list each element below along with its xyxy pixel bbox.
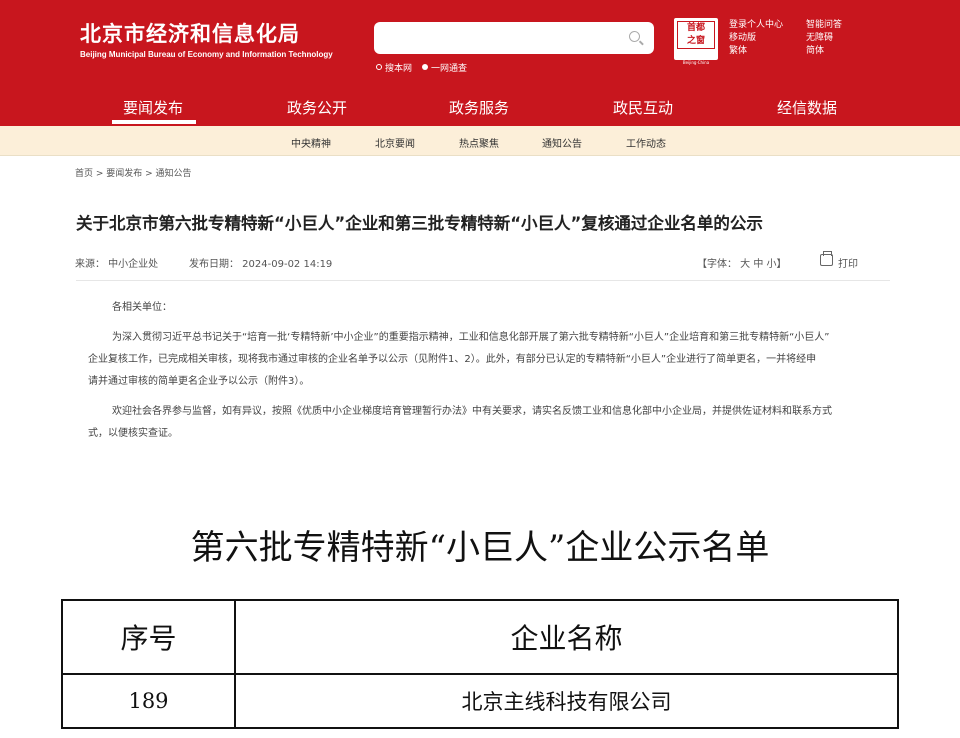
article-title: 关于北京市第六批专精特新“小巨人”企业和第三批专精特新“小巨人”复核通过企业名单… (76, 214, 763, 233)
print-icon[interactable] (820, 251, 833, 266)
article-para2-line1: 欢迎社会各界参与监督，如有异议，按照《优质中小企业梯度培育管理暂行办法》中有关要… (112, 406, 832, 417)
nav-public-interaction[interactable]: 政民互动 (613, 97, 673, 118)
row-company-name: 北京主线科技有限公司 (234, 673, 899, 729)
nav-government-affairs[interactable]: 政务公开 (287, 97, 347, 118)
capital-window-logo[interactable]: 首都 之窗 (674, 18, 718, 60)
breadcrumb[interactable]: 首页 > 要闻发布 > 通知公告 (75, 166, 192, 179)
nav-active-indicator (112, 120, 196, 124)
subnav-notices[interactable]: 通知公告 (542, 135, 582, 150)
link-login[interactable]: 登录个人中心 (729, 19, 783, 32)
capital-window-seal: 首都 之窗 (677, 21, 715, 49)
font-size-switcher[interactable]: 【字体： 大 中 小】 (697, 255, 787, 270)
print-button[interactable]: 打印 (838, 255, 858, 270)
nav-news-release[interactable]: 要闻发布 (123, 97, 183, 118)
row-number: 189 (61, 673, 236, 729)
table-header-row: 序号 企业名称 (61, 599, 899, 675)
article-para1-line1: 为深入贯彻习近平总书记关于“培育一批‘专精特新’中小企业”的重要指示精神，工业和… (112, 332, 830, 343)
radio-unselected-icon (376, 64, 382, 70)
table-row: 189 北京主线科技有限公司 (61, 673, 899, 729)
sub-nav: 中央精神 北京要闻 热点聚焦 通知公告 工作动态 (0, 126, 960, 156)
article-source: 来源： 中小企业处 (75, 259, 159, 270)
article-greeting: 各相关单位： (112, 302, 172, 313)
enterprise-list-table: 序号 企业名称 189 北京主线科技有限公司 (61, 599, 899, 729)
nav-government-services[interactable]: 政务服务 (449, 97, 509, 118)
capital-window-caption: Beijing·China (682, 60, 710, 65)
article-para2-line2: 式，以便核实查证。 (88, 428, 178, 439)
site-header: 北京市经济和信息化局 Beijing Municipal Bureau of E… (0, 0, 960, 86)
nav-economy-data[interactable]: 经信数据 (777, 97, 837, 118)
search-scope-options: 搜本网 一网通查 (376, 61, 467, 74)
column-header-company: 企业名称 (234, 599, 899, 675)
search-scope-site[interactable]: 搜本网 (376, 61, 412, 74)
search-icon[interactable] (629, 31, 640, 42)
search-scope-all[interactable]: 一网通查 (422, 61, 467, 74)
top-links-col1: 登录个人中心 移动版 繁体 (729, 19, 783, 58)
list-title: 第六批专精特新“小巨人”企业公示名单 (190, 528, 770, 568)
article-para1-line2: 企业复核工作，已完成相关审核，现将我市通过审核的企业名单予以公示（见附件1、2）… (88, 354, 817, 365)
link-traditional[interactable]: 繁体 (729, 45, 783, 58)
subnav-hot-topics[interactable]: 热点聚焦 (459, 135, 499, 150)
site-logo-title[interactable]: 北京市经济和信息化局 (80, 18, 300, 48)
article-para1-line3: 请并通过审核的简单更名企业予以公示（附件3）。 (88, 376, 310, 387)
link-simplified[interactable]: 简体 (806, 45, 842, 58)
site-logo-subtitle: Beijing Municipal Bureau of Economy and … (80, 50, 333, 59)
search-input[interactable] (374, 22, 654, 54)
column-header-number: 序号 (61, 599, 236, 675)
article-date: 发布日期： 2024-09-02 14:19 (189, 259, 333, 270)
meta-divider (76, 280, 890, 281)
link-smart-qa[interactable]: 智能问答 (806, 19, 842, 32)
radio-selected-icon (422, 64, 429, 70)
subnav-work-updates[interactable]: 工作动态 (626, 135, 666, 150)
link-accessibility[interactable]: 无障碍 (806, 32, 842, 45)
link-mobile[interactable]: 移动版 (729, 32, 783, 45)
subnav-beijing-news[interactable]: 北京要闻 (375, 135, 415, 150)
top-links-col2: 智能问答 无障碍 简体 (806, 19, 842, 58)
subnav-central-spirit[interactable]: 中央精神 (291, 135, 331, 150)
